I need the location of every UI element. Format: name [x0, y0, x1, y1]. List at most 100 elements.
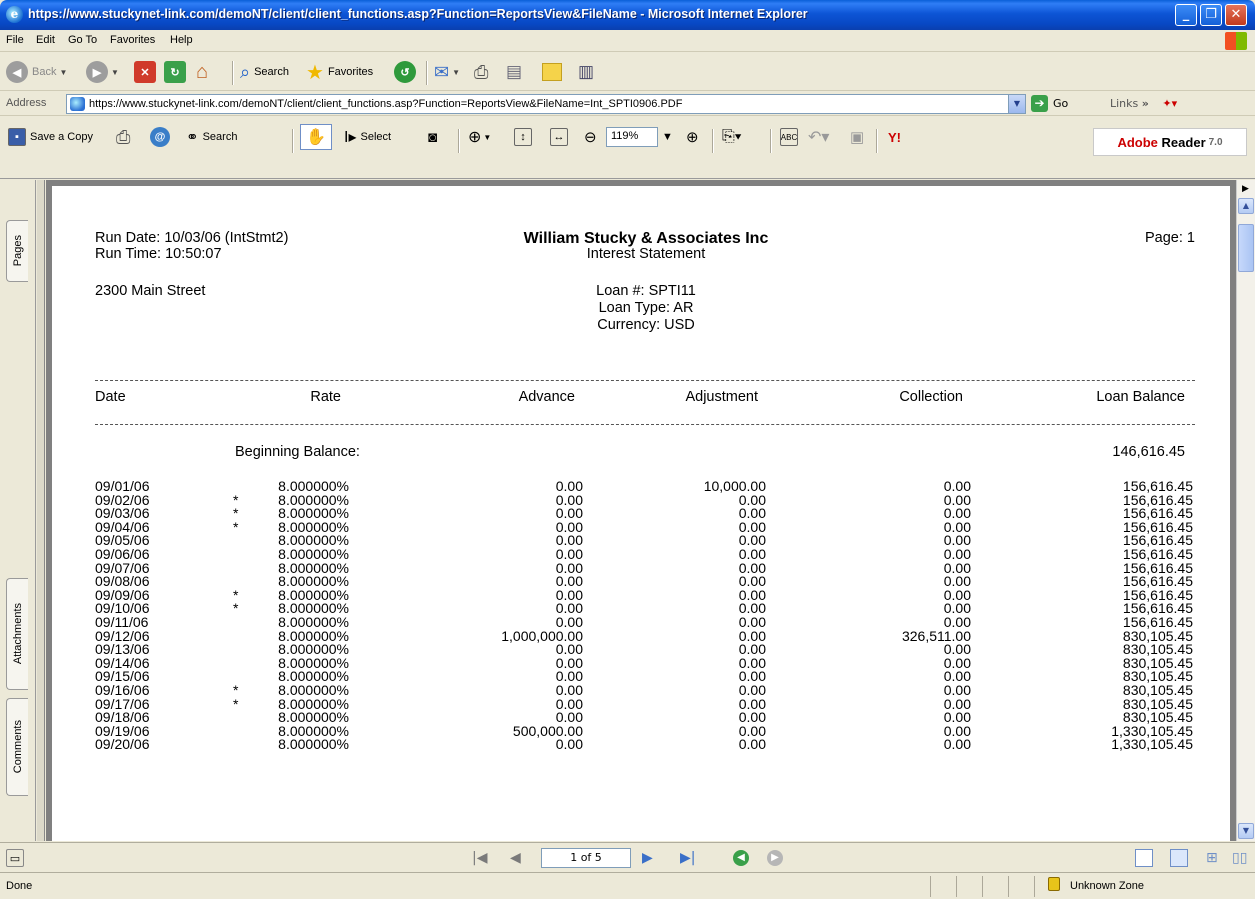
- zoom-in-plus-icon: ⊕: [686, 129, 699, 146]
- panel-splitter[interactable]: [37, 180, 45, 841]
- tab-attachments[interactable]: Attachments: [6, 578, 28, 690]
- chevron-down-icon: ▼: [452, 67, 461, 77]
- scroll-up-button[interactable]: ▲: [1238, 198, 1254, 214]
- hand-tool-button[interactable]: ✋: [300, 124, 332, 150]
- rotate-icon: ⎘▾: [722, 128, 742, 145]
- menu-favorites[interactable]: Favorites: [110, 34, 155, 46]
- folder-button[interactable]: [542, 59, 562, 85]
- chevron-down-icon: ▼: [483, 132, 492, 142]
- address-dropdown-button[interactable]: ▼: [1008, 95, 1025, 113]
- stop-icon: ✕: [134, 61, 156, 83]
- first-page-button[interactable]: |◀: [472, 850, 487, 866]
- rotate-button[interactable]: ⎘▾: [722, 124, 742, 150]
- single-page-layout-button[interactable]: [1135, 849, 1153, 867]
- favorites-button[interactable]: ★ Favorites: [306, 59, 373, 85]
- menu-file[interactable]: File: [6, 34, 24, 46]
- history-button[interactable]: ↺: [394, 59, 416, 85]
- cell-rate: 8.000000%: [278, 736, 349, 753]
- save-copy-button[interactable]: ▪ Save a Copy: [8, 124, 93, 150]
- print-pdf-button[interactable]: ⎙: [116, 124, 130, 150]
- stop-button[interactable]: ✕: [134, 59, 156, 85]
- copy-button[interactable]: ▣: [850, 124, 864, 150]
- search-pdf-button[interactable]: ⚭ Search: [186, 124, 237, 150]
- mail-button[interactable]: ✉ ▼: [434, 59, 460, 85]
- zoom-in-button[interactable]: ⊕: [686, 124, 699, 150]
- windows-logo-icon: [1225, 32, 1247, 50]
- discuss-button[interactable]: ▥: [578, 59, 594, 85]
- back-button[interactable]: ◀ Back ▼: [6, 59, 67, 85]
- forward-button[interactable]: ▶ ▼: [86, 59, 119, 85]
- go-back-view-button[interactable]: ◀: [733, 850, 749, 866]
- search-button[interactable]: ⌕ Search: [240, 59, 289, 85]
- actual-size-button[interactable]: ↕: [514, 124, 532, 150]
- edit-icon: ▤: [506, 62, 523, 81]
- maximize-button[interactable]: ❐: [1200, 4, 1222, 26]
- table-row: 09/06/06 8.000000% 0.00 0.00 0.00 156,616.45: [95, 547, 1195, 562]
- zoom-out-button[interactable]: ⊖: [584, 124, 597, 150]
- cell-star: *: [233, 695, 239, 712]
- scroll-thumb[interactable]: [1238, 224, 1254, 272]
- spellcheck-button[interactable]: ABC: [780, 124, 798, 150]
- address-input[interactable]: https://www.stuckynet-link.com/demoNT/cl…: [66, 94, 1026, 114]
- tab-pages[interactable]: Pages: [6, 220, 28, 282]
- fit-width-button[interactable]: ↔: [550, 124, 568, 150]
- select-label: Select: [360, 131, 392, 143]
- go-button[interactable]: ➔ Go: [1031, 95, 1068, 112]
- edit-button[interactable]: ▤: [506, 59, 522, 85]
- transaction-list: 09/01/06 8.000000% 0.00 10,000.00 0.00 156,61…: [95, 479, 1195, 753]
- logo-brand: Adobe: [1117, 134, 1158, 150]
- previous-page-button[interactable]: ◀: [510, 850, 521, 866]
- select-tool-button[interactable]: I▸ Select: [344, 124, 391, 150]
- undo-icon: ↶▾: [808, 129, 830, 146]
- navigation-panel: Pages Attachments Comments: [0, 180, 36, 841]
- print-button[interactable]: ⎙: [474, 59, 488, 85]
- zoom-out-minus-icon: ⊖: [584, 129, 597, 146]
- beginning-balance-label: Beginning Balance:: [235, 444, 360, 460]
- cell-balance: 1,330,105.45: [1111, 736, 1193, 753]
- vertical-scrollbar[interactable]: ▶ ▲ ▼: [1236, 180, 1255, 841]
- show-panel-button[interactable]: ▭: [6, 849, 24, 867]
- options-triangle-icon[interactable]: ▶: [1242, 184, 1249, 194]
- tab-comments[interactable]: Comments: [6, 698, 28, 796]
- refresh-button[interactable]: ↻: [164, 59, 186, 85]
- menu-edit[interactable]: Edit: [36, 34, 55, 46]
- window-title-bar[interactable]: e https://www.stuckynet-link.com/demoNT/…: [0, 0, 1255, 30]
- document-viewport[interactable]: Run Date: 10/03/06 (IntStmt2) Run Time: …: [46, 180, 1236, 841]
- table-row: 09/12/06 8.000000% 1,000,000.00 0.00 326,511…: [95, 629, 1195, 644]
- chevron-down-icon: ▼: [111, 67, 119, 77]
- zoom-level-field[interactable]: 119%: [606, 127, 658, 147]
- undo-button[interactable]: ↶▾: [808, 124, 829, 150]
- minimize-button[interactable]: _: [1175, 4, 1197, 26]
- close-button[interactable]: ✕: [1225, 4, 1247, 26]
- continuous-layout-button[interactable]: [1170, 849, 1188, 867]
- scroll-down-button[interactable]: ▼: [1238, 823, 1254, 839]
- menu-help[interactable]: Help: [170, 34, 193, 46]
- snapshot-button[interactable]: ◙: [428, 124, 437, 150]
- search-pdf-label: Search: [202, 131, 238, 143]
- cell-date: 09/20/06: [95, 736, 150, 753]
- zoom-level-select[interactable]: 119% ▼: [606, 124, 673, 150]
- history-icon: ↺: [394, 61, 416, 83]
- email-button[interactable]: @: [150, 124, 170, 150]
- logo-product: Reader: [1161, 134, 1206, 150]
- next-page-button[interactable]: ▶: [642, 850, 653, 866]
- last-page-button[interactable]: ▶|: [680, 850, 695, 866]
- yahoo-button[interactable]: Y!: [888, 124, 901, 150]
- menu-go-to[interactable]: Go To: [68, 34, 97, 46]
- continuous-facing-button[interactable]: ⊞: [1206, 850, 1218, 866]
- home-button[interactable]: ⌂: [196, 59, 208, 85]
- page-number-field[interactable]: 1 of 5: [541, 848, 631, 868]
- forward-icon: ▶: [86, 61, 108, 83]
- hand-icon: ✋: [306, 129, 326, 146]
- print-icon: ⎙: [474, 61, 489, 82]
- binoculars-icon: ⚭: [186, 129, 199, 146]
- links-button[interactable]: Links » ✦▾: [1110, 97, 1177, 110]
- standard-toolbar: ◀ Back ▼ ▶ ▼ ✕ ↻ ⌂ ⌕ Search ★ Favorites …: [0, 53, 1255, 91]
- fit-page-icon: ↕: [514, 128, 532, 146]
- column-header-collection: Collection: [899, 389, 963, 405]
- table-row: 09/13/06 8.000000% 0.00 0.00 0.00 830,105.45: [95, 642, 1195, 657]
- zoom-in-tool-button[interactable]: ⊕ ▼: [468, 124, 491, 150]
- facing-layout-button[interactable]: ▯▯: [1232, 850, 1247, 866]
- go-forward-view-button[interactable]: ▶: [767, 850, 783, 866]
- save-icon: ▪: [8, 128, 26, 146]
